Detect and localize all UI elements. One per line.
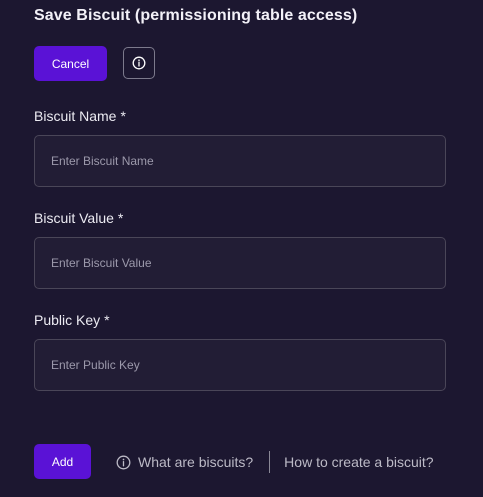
- what-are-biscuits-text: What are biscuits?: [138, 454, 254, 470]
- info-icon: [132, 56, 146, 70]
- public-key-input[interactable]: [34, 339, 446, 391]
- biscuit-name-label-text: Biscuit Name: [34, 108, 117, 124]
- cancel-button[interactable]: Cancel: [34, 46, 107, 81]
- how-to-create-biscuit-link[interactable]: How to create a biscuit?: [284, 454, 433, 470]
- divider: [269, 451, 271, 473]
- help-links: What are biscuits? How to create a biscu…: [116, 450, 434, 474]
- page-title: Save Biscuit (permissioning table access…: [34, 7, 358, 24]
- required-marker: *: [120, 108, 126, 124]
- info-button[interactable]: [123, 47, 155, 79]
- biscuit-name-input[interactable]: [34, 135, 446, 187]
- biscuit-name-label: Biscuit Name *: [34, 108, 126, 124]
- biscuit-value-label-text: Biscuit Value: [34, 210, 114, 226]
- what-are-biscuits-link[interactable]: What are biscuits?: [116, 454, 253, 470]
- biscuit-value-label: Biscuit Value *: [34, 210, 123, 226]
- public-key-label: Public Key *: [34, 312, 110, 328]
- how-to-create-biscuit-text: How to create a biscuit?: [284, 454, 434, 470]
- biscuit-value-input[interactable]: [34, 237, 446, 289]
- info-icon: [116, 455, 131, 469]
- required-marker: *: [117, 210, 124, 226]
- add-button[interactable]: Add: [34, 444, 91, 479]
- public-key-label-text: Public Key: [34, 312, 101, 328]
- required-marker: *: [104, 312, 110, 328]
